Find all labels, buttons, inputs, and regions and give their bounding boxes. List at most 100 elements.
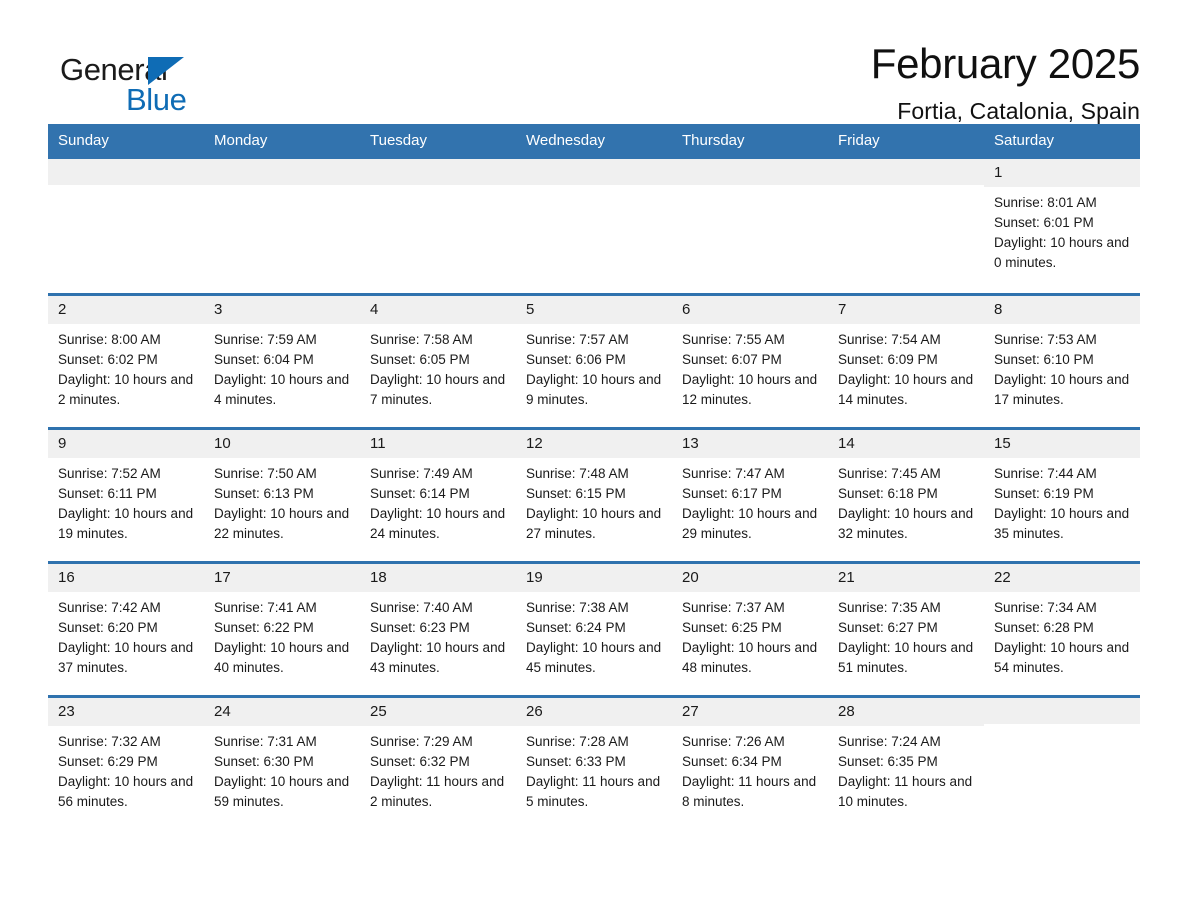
sunset-text: Sunset: 6:32 PM <box>370 754 470 770</box>
day-sun-info: Sunrise: 7:31 AM Sunset: 6:30 PM Daylight:… <box>214 726 350 812</box>
day-number: 4 <box>360 296 516 325</box>
day-number <box>204 159 360 185</box>
calendar-weeks: 1 Sunrise: 8:01 AM Sunset: 6:01 PM Daylight… <box>48 159 1140 829</box>
calendar-day-cell[interactable]: 3 Sunrise: 7:59 AM Sunset: 6:04 PM Daylight… <box>204 296 360 427</box>
calendar-week-row: 23 Sunrise: 7:32 AM Sunset: 6:29 PM Dayligh… <box>48 695 1140 829</box>
sunrise-text: Sunrise: 7:32 AM <box>58 734 161 750</box>
daylight-text: Daylight: 10 hours and 43 minutes. <box>370 640 506 676</box>
calendar-day-cell[interactable]: 28 Sunrise: 7:24 AM Sunset: 6:35 PM Dayligh… <box>828 698 984 829</box>
daylight-text: Daylight: 10 hours and 32 minutes. <box>838 506 974 542</box>
day-sun-info: Sunrise: 7:26 AM Sunset: 6:34 PM Daylight:… <box>682 726 818 812</box>
calendar-day-cell[interactable]: 12 Sunrise: 7:48 AM Sunset: 6:15 PM Dayligh… <box>516 430 672 561</box>
day-number <box>48 159 204 185</box>
sunset-text: Sunset: 6:33 PM <box>526 754 626 770</box>
calendar-day-cell[interactable]: 13 Sunrise: 7:47 AM Sunset: 6:17 PM Dayligh… <box>672 430 828 561</box>
calendar-day-cell[interactable]: 1 Sunrise: 8:01 AM Sunset: 6:01 PM Daylight… <box>984 159 1140 293</box>
sunset-text: Sunset: 6:28 PM <box>994 620 1094 636</box>
title-block: February 2025 Fortia, Catalonia, Spain <box>198 41 1141 125</box>
weekday-header-saturday: Saturday <box>994 132 1055 149</box>
logo-triangle-icon <box>148 57 184 85</box>
sunrise-text: Sunrise: 7:53 AM <box>994 332 1097 348</box>
calendar-day-cell[interactable]: 20 Sunrise: 7:37 AM Sunset: 6:25 PM Dayligh… <box>672 564 828 695</box>
sunset-text: Sunset: 6:27 PM <box>838 620 938 636</box>
day-number: 25 <box>360 698 516 727</box>
calendar-day-cell[interactable]: 14 Sunrise: 7:45 AM Sunset: 6:18 PM Dayligh… <box>828 430 984 561</box>
sunrise-text: Sunrise: 7:42 AM <box>58 600 161 616</box>
calendar-day-cell[interactable]: 11 Sunrise: 7:49 AM Sunset: 6:14 PM Dayligh… <box>360 430 516 561</box>
day-sun-info: Sunrise: 7:37 AM Sunset: 6:25 PM Daylight:… <box>682 592 818 678</box>
day-sun-info: Sunrise: 7:28 AM Sunset: 6:33 PM Daylight:… <box>526 726 662 812</box>
day-sun-info: Sunrise: 7:38 AM Sunset: 6:24 PM Daylight:… <box>526 592 662 678</box>
day-number: 17 <box>204 564 360 593</box>
day-sun-info: Sunrise: 7:24 AM Sunset: 6:35 PM Daylight:… <box>838 726 974 812</box>
calendar-day-cell[interactable]: 9 Sunrise: 7:52 AM Sunset: 6:11 PM Daylight… <box>48 430 204 561</box>
calendar-day-cell[interactable]: 16 Sunrise: 7:42 AM Sunset: 6:20 PM Dayligh… <box>48 564 204 695</box>
daylight-text: Daylight: 10 hours and 22 minutes. <box>214 506 350 542</box>
daylight-text: Daylight: 10 hours and 56 minutes. <box>58 774 194 810</box>
daylight-text: Daylight: 10 hours and 40 minutes. <box>214 640 350 676</box>
day-sun-info: Sunrise: 7:40 AM Sunset: 6:23 PM Daylight:… <box>370 592 506 678</box>
sunset-text: Sunset: 6:05 PM <box>370 352 470 368</box>
calendar-week-row: 1 Sunrise: 8:01 AM Sunset: 6:01 PM Daylight… <box>48 159 1140 293</box>
daylight-text: Daylight: 11 hours and 2 minutes. <box>370 774 505 810</box>
day-number: 5 <box>516 296 672 325</box>
sunset-text: Sunset: 6:15 PM <box>526 486 626 502</box>
sunset-text: Sunset: 6:01 PM <box>994 215 1094 231</box>
daylight-text: Daylight: 11 hours and 10 minutes. <box>838 774 973 810</box>
sunrise-text: Sunrise: 7:59 AM <box>214 332 317 348</box>
day-number: 21 <box>828 564 984 593</box>
calendar-day-cell[interactable]: 15 Sunrise: 7:44 AM Sunset: 6:19 PM Dayligh… <box>984 430 1140 561</box>
calendar-day-cell[interactable]: 6 Sunrise: 7:55 AM Sunset: 6:07 PM Daylight… <box>672 296 828 427</box>
calendar-day-cell[interactable]: 24 Sunrise: 7:31 AM Sunset: 6:30 PM Dayligh… <box>204 698 360 829</box>
day-sun-info: Sunrise: 7:59 AM Sunset: 6:04 PM Daylight:… <box>214 324 350 410</box>
day-sun-info: Sunrise: 7:44 AM Sunset: 6:19 PM Daylight:… <box>994 458 1130 544</box>
calendar-day-cell[interactable]: 23 Sunrise: 7:32 AM Sunset: 6:29 PM Dayligh… <box>48 698 204 829</box>
day-number: 28 <box>828 698 984 727</box>
sunrise-text: Sunrise: 7:57 AM <box>526 332 629 348</box>
weekday-header-row: Sunday Monday Tuesday Wednesday Thursday… <box>48 124 1140 159</box>
calendar-day-cell[interactable]: 17 Sunrise: 7:41 AM Sunset: 6:22 PM Dayligh… <box>204 564 360 695</box>
calendar-day-cell[interactable]: 19 Sunrise: 7:38 AM Sunset: 6:24 PM Dayligh… <box>516 564 672 695</box>
sunset-text: Sunset: 6:29 PM <box>58 754 158 770</box>
calendar-day-cell[interactable]: 8 Sunrise: 7:53 AM Sunset: 6:10 PM Daylight… <box>984 296 1140 427</box>
calendar-day-cell[interactable]: 10 Sunrise: 7:50 AM Sunset: 6:13 PM Dayligh… <box>204 430 360 561</box>
day-number: 9 <box>48 430 204 459</box>
day-number: 18 <box>360 564 516 593</box>
sunset-text: Sunset: 6:17 PM <box>682 486 782 502</box>
daylight-text: Daylight: 10 hours and 29 minutes. <box>682 506 818 542</box>
calendar-day-cell[interactable]: 21 Sunrise: 7:35 AM Sunset: 6:27 PM Dayligh… <box>828 564 984 695</box>
calendar-day-cell[interactable]: 27 Sunrise: 7:26 AM Sunset: 6:34 PM Dayligh… <box>672 698 828 829</box>
sunrise-text: Sunrise: 8:00 AM <box>58 332 161 348</box>
calendar-day-cell[interactable]: 25 Sunrise: 7:29 AM Sunset: 6:32 PM Dayligh… <box>360 698 516 829</box>
sunset-text: Sunset: 6:10 PM <box>994 352 1094 368</box>
day-sun-info: Sunrise: 7:32 AM Sunset: 6:29 PM Daylight:… <box>58 726 194 812</box>
daylight-text: Daylight: 10 hours and 0 minutes. <box>994 235 1130 271</box>
day-sun-info: Sunrise: 7:58 AM Sunset: 6:05 PM Daylight:… <box>370 324 506 410</box>
calendar-day-cell-empty <box>48 159 204 293</box>
daylight-text: Daylight: 10 hours and 4 minutes. <box>214 372 350 408</box>
calendar-day-cell[interactable]: 7 Sunrise: 7:54 AM Sunset: 6:09 PM Daylight… <box>828 296 984 427</box>
sunrise-text: Sunrise: 7:37 AM <box>682 600 785 616</box>
calendar-page: General Blue February 2025 Fortia, Catal… <box>0 0 1188 918</box>
sunset-text: Sunset: 6:09 PM <box>838 352 938 368</box>
day-number <box>516 159 672 185</box>
calendar-day-cell[interactable]: 5 Sunrise: 7:57 AM Sunset: 6:06 PM Daylight… <box>516 296 672 427</box>
daylight-text: Daylight: 10 hours and 24 minutes. <box>370 506 506 542</box>
calendar-day-cell[interactable]: 2 Sunrise: 8:00 AM Sunset: 6:02 PM Daylight… <box>48 296 204 427</box>
calendar-day-cell[interactable]: 4 Sunrise: 7:58 AM Sunset: 6:05 PM Daylight… <box>360 296 516 427</box>
page-header: General Blue February 2025 Fortia, Catal… <box>48 0 1140 124</box>
calendar-day-cell[interactable]: 26 Sunrise: 7:28 AM Sunset: 6:33 PM Dayligh… <box>516 698 672 829</box>
day-sun-info: Sunrise: 7:55 AM Sunset: 6:07 PM Daylight:… <box>682 324 818 410</box>
logo-text-blue: Blue <box>126 82 187 117</box>
calendar-day-cell-empty <box>984 698 1140 829</box>
calendar-day-cell[interactable]: 22 Sunrise: 7:34 AM Sunset: 6:28 PM Dayligh… <box>984 564 1140 695</box>
calendar-day-cell[interactable]: 18 Sunrise: 7:40 AM Sunset: 6:23 PM Dayligh… <box>360 564 516 695</box>
day-number <box>828 159 984 185</box>
weekday-header-friday: Friday <box>838 132 880 149</box>
day-sun-info: Sunrise: 8:00 AM Sunset: 6:02 PM Daylight:… <box>58 324 194 410</box>
daylight-text: Daylight: 10 hours and 2 minutes. <box>58 372 194 408</box>
day-sun-info: Sunrise: 7:47 AM Sunset: 6:17 PM Daylight:… <box>682 458 818 544</box>
daylight-text: Daylight: 10 hours and 17 minutes. <box>994 372 1130 408</box>
weekday-header-wednesday: Wednesday <box>526 132 605 149</box>
generalblue-logo[interactable]: General Blue <box>48 42 198 117</box>
